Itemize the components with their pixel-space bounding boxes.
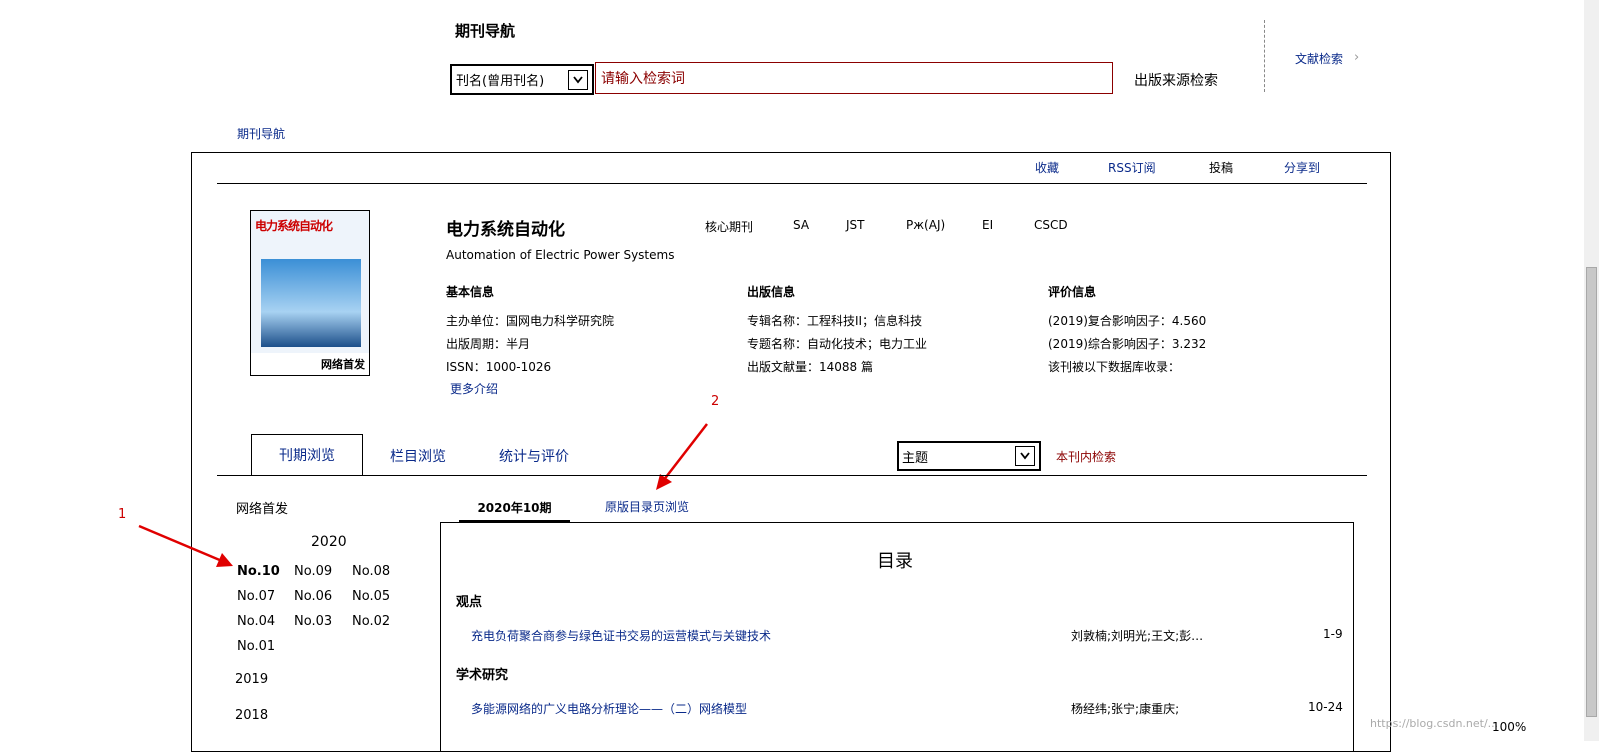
issue-link[interactable]: No.05 [352,589,390,604]
tab-issue-browse[interactable]: 刊期浏览 [251,434,363,475]
toc-title: 目录 [877,551,913,572]
toc-section-title: 观点 [456,595,483,610]
toc-article-link[interactable]: 充电负荷聚合商参与绿色证书交易的运营模式与关键技术 [471,627,771,644]
toc-section-title: 学术研究 [456,668,509,683]
issue-link[interactable]: No.06 [294,589,332,604]
issue-link[interactable]: No.03 [294,614,332,629]
in-journal-search-link[interactable]: 本刊内检索 [1056,448,1116,465]
tab-statistics[interactable]: 统计与评价 [499,446,569,466]
online-first-title[interactable]: 网络首发 [236,498,288,517]
issue-link[interactable]: No.08 [352,564,390,579]
tab-column-browse[interactable]: 栏目浏览 [390,446,446,466]
toc-article-authors: 杨经纬;张宁;康重庆; [1071,702,1180,716]
year-heading: 2020 [311,534,347,550]
chevron-down-icon[interactable] [1015,446,1035,466]
issue-tab-current[interactable]: 2020年10期 [459,499,570,516]
scrollbar-thumb[interactable] [1586,267,1597,717]
watermark: https://blog.csdn.net/... [1370,717,1499,730]
zoom-level[interactable]: 100% [1492,720,1526,734]
filter-select-label: 主题 [902,450,929,466]
tabs-divider [217,475,1367,476]
arrow-icon [662,423,708,482]
issue-link[interactable]: No.04 [237,614,275,629]
year-link[interactable]: 2018 [235,708,268,723]
arrow-icon [138,524,223,563]
year-link[interactable]: 2019 [235,672,268,687]
original-toc-link[interactable]: 原版目录页浏览 [605,498,689,515]
toc-article-pages: 10-24 [1308,700,1343,714]
issue-link[interactable]: No.01 [237,639,275,654]
filter-select[interactable]: 主题 [897,441,1041,471]
toc-article-pages: 1-9 [1323,627,1343,641]
issue-link-selected[interactable]: No.10 [237,564,280,579]
issue-link[interactable]: No.02 [352,614,390,629]
issue-link[interactable]: No.09 [294,564,332,579]
toc-article-link[interactable]: 多能源网络的广义电路分析理论——（二）网络模型 [471,700,747,717]
toc-article-authors: 刘敦楠;刘明光;王文;彭… [1071,629,1204,643]
issue-link[interactable]: No.07 [237,589,275,604]
arrow-head-icon [656,474,672,490]
